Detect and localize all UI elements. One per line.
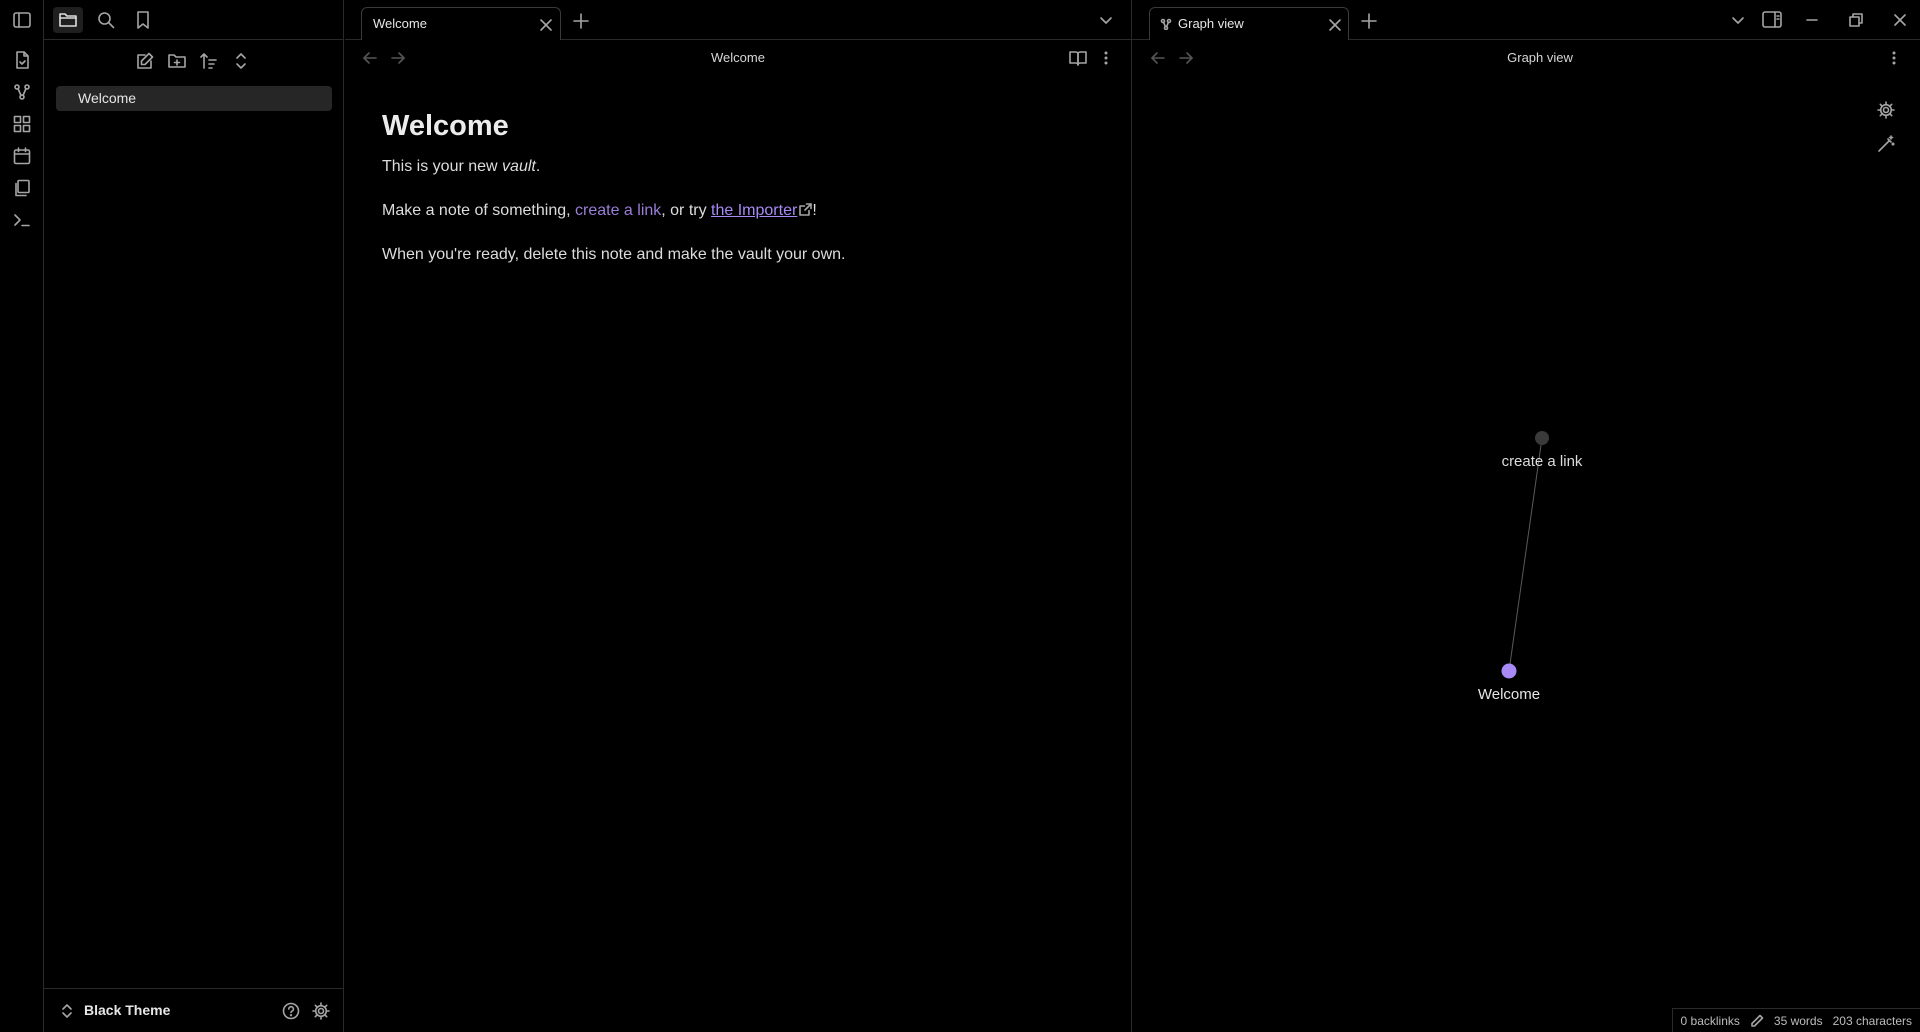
ribbon xyxy=(0,0,44,1032)
forward-arrow-icon[interactable] xyxy=(390,50,406,66)
bookmarks-tab[interactable] xyxy=(128,7,158,33)
external-link-the-importer[interactable]: the Importer xyxy=(711,202,797,219)
file-item-welcome[interactable]: Welcome xyxy=(56,86,332,111)
p2-text: Make a note of something, xyxy=(382,202,575,219)
open-quick-switcher-icon[interactable] xyxy=(11,49,33,71)
new-folder-button[interactable] xyxy=(164,48,190,74)
left-sidebar: Welcome Black Theme xyxy=(44,0,344,1032)
new-note-button[interactable] xyxy=(132,48,158,74)
tab-welcome[interactable]: Welcome xyxy=(361,7,561,40)
p1-text-end: . xyxy=(535,158,541,175)
p2-text-middle: , or try xyxy=(661,202,712,219)
tab-list-chevron-down-icon[interactable] xyxy=(1730,12,1746,28)
external-link-icon xyxy=(799,203,813,216)
search-tab[interactable] xyxy=(91,7,121,33)
note-content[interactable]: Welcome This is your new vault. Make a n… xyxy=(382,110,1102,289)
reading-view-book-icon[interactable] xyxy=(1069,49,1087,67)
minimize-window-icon[interactable] xyxy=(1804,12,1820,28)
character-count: 203 characters xyxy=(1832,1013,1912,1028)
files-tab[interactable] xyxy=(53,7,83,33)
note-paragraph-3: When you're ready, delete this note and … xyxy=(382,246,846,263)
tab-welcome-label: Welcome xyxy=(373,16,427,31)
graph-node-label: Welcome xyxy=(1478,686,1540,703)
note-paragraph-2: Make a note of something, create a link,… xyxy=(382,201,1102,221)
backlinks-count[interactable]: 0 backlinks xyxy=(1681,1014,1740,1028)
sidebar-tab-header xyxy=(44,0,344,40)
tab-list-chevron-down-icon[interactable] xyxy=(1098,12,1114,28)
new-tab-plus-icon[interactable] xyxy=(1360,12,1378,30)
templates-icon[interactable] xyxy=(11,177,33,199)
help-icon[interactable] xyxy=(282,1002,300,1020)
close-window-icon[interactable] xyxy=(1892,12,1908,28)
left-pane-tab-bar: Welcome xyxy=(345,0,1131,40)
p1-text: This is your new xyxy=(382,158,503,175)
editing-mode-pencil-icon[interactable] xyxy=(1750,1014,1764,1028)
graph-edge xyxy=(1508,437,1543,672)
graph-view-icon[interactable] xyxy=(11,81,33,103)
graph-node-create-a-link[interactable] xyxy=(1535,431,1549,445)
tab-graph-view[interactable]: Graph view xyxy=(1149,7,1349,40)
graph-canvas[interactable]: create a link Welcome xyxy=(1132,41,1920,1007)
new-tab-plus-icon[interactable] xyxy=(572,12,590,30)
graph-tab-icon xyxy=(1160,18,1172,30)
p1-emphasis: vault xyxy=(502,158,536,175)
internal-link-create-a-link[interactable]: create a link xyxy=(575,202,661,219)
note-paragraph-1: This is your new vault. xyxy=(382,157,1102,177)
calendar-icon[interactable] xyxy=(11,145,33,167)
more-options-icon[interactable] xyxy=(1100,50,1112,66)
collapse-all-button[interactable] xyxy=(228,48,254,74)
status-bar: 0 backlinks 35 words 203 characters xyxy=(1671,1008,1920,1032)
command-palette-icon[interactable] xyxy=(11,209,33,231)
note-heading: Welcome xyxy=(382,110,509,142)
p2-text-end: ! xyxy=(812,202,817,219)
close-tab-icon[interactable] xyxy=(1327,17,1343,33)
vault-name[interactable]: Black Theme xyxy=(84,1002,170,1018)
file-item-label: Welcome xyxy=(78,90,137,106)
canvas-icon[interactable] xyxy=(11,113,33,135)
vault-switch-icon[interactable] xyxy=(61,1003,73,1019)
restore-window-icon[interactable] xyxy=(1848,12,1864,28)
back-arrow-icon[interactable] xyxy=(362,50,378,66)
toggle-right-sidebar-icon[interactable] xyxy=(1762,11,1782,29)
word-count: 35 words xyxy=(1773,1013,1823,1028)
settings-gear-icon[interactable] xyxy=(312,1002,330,1020)
vault-switcher: Black Theme xyxy=(44,988,344,1032)
toggle-sidebar-icon[interactable] xyxy=(11,9,33,31)
close-tab-icon[interactable] xyxy=(538,17,554,33)
graph-node-welcome[interactable] xyxy=(1501,663,1517,679)
right-pane-tab-bar: Graph view xyxy=(1132,0,1920,40)
note-view-title[interactable]: Welcome xyxy=(630,50,846,65)
sort-order-button[interactable] xyxy=(196,48,222,74)
tab-graph-view-label: Graph view xyxy=(1178,16,1244,31)
graph-node-label: create a link xyxy=(1502,453,1583,470)
